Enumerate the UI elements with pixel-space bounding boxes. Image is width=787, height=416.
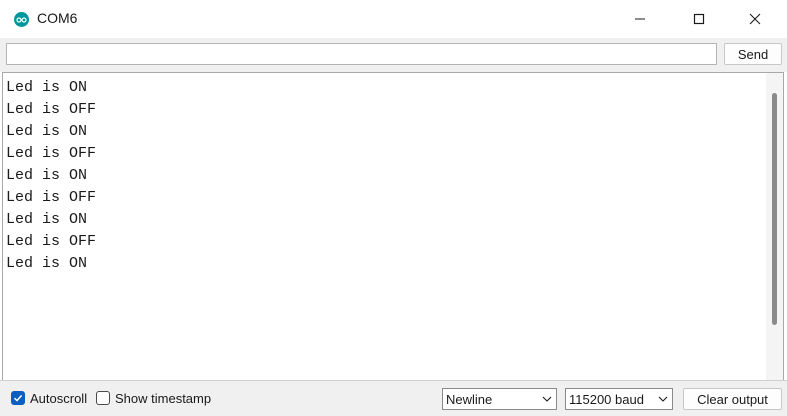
show-timestamp-label[interactable]: Show timestamp — [115, 391, 211, 406]
output-line: Led is ON — [6, 167, 88, 184]
send-button[interactable]: Send — [724, 43, 782, 65]
arduino-icon — [14, 12, 29, 27]
chevron-down-icon — [658, 396, 668, 402]
baud-rate-value: 115200 baud — [569, 392, 644, 407]
clear-output-button[interactable]: Clear output — [683, 388, 782, 410]
output-line: Led is OFF — [6, 189, 97, 206]
output-line: Led is ON — [6, 79, 88, 96]
message-input[interactable] — [6, 43, 717, 65]
title-bar: COM6 — [0, 0, 787, 38]
status-bar: Autoscroll Show timestamp Newline 115200… — [0, 380, 787, 416]
scrollbar-thumb[interactable] — [772, 93, 777, 325]
output-line: Led is ON — [6, 123, 88, 140]
vertical-scrollbar[interactable] — [766, 73, 783, 380]
line-ending-value: Newline — [446, 392, 493, 407]
serial-output[interactable]: Led is ON Led is OFF Led is ON Led is OFF Le… — [2, 72, 784, 380]
autoscroll-checkbox[interactable] — [11, 391, 25, 405]
close-icon — [749, 13, 761, 25]
baud-rate-select[interactable]: 115200 baud — [565, 388, 673, 410]
chevron-down-icon — [542, 396, 552, 402]
send-bar: Send — [0, 38, 787, 72]
window-title: COM6 — [37, 10, 78, 26]
output-line: Led is ON — [6, 211, 88, 228]
maximize-button[interactable] — [676, 0, 722, 38]
maximize-icon — [693, 13, 705, 25]
line-ending-select[interactable]: Newline — [442, 388, 557, 410]
output-line: Led is OFF — [6, 145, 97, 162]
close-button[interactable] — [732, 0, 778, 38]
minimize-button[interactable] — [617, 0, 663, 38]
show-timestamp-checkbox[interactable] — [96, 391, 110, 405]
output-line: Led is ON — [6, 255, 88, 272]
output-lines: Led is ON Led is OFF Led is ON Led is OFF Le… — [6, 77, 96, 275]
checkmark-icon — [13, 394, 23, 402]
autoscroll-label[interactable]: Autoscroll — [30, 391, 87, 406]
minimize-icon — [635, 18, 645, 20]
output-line: Led is OFF — [6, 101, 97, 118]
output-line: Led is OFF — [6, 233, 97, 250]
